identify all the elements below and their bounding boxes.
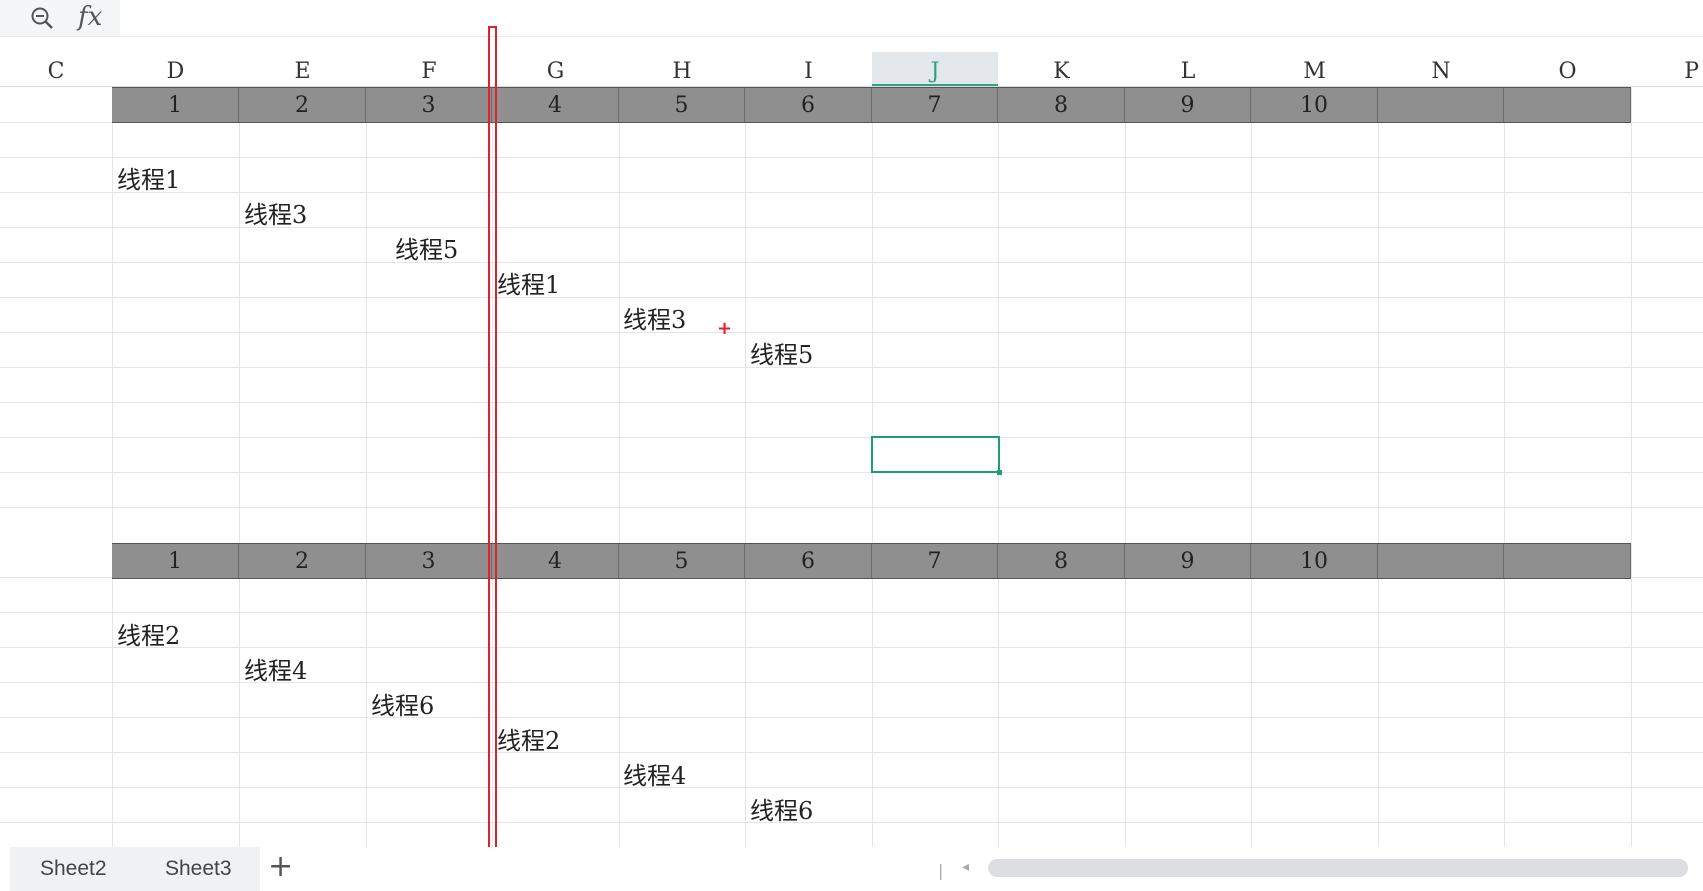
grid-line bbox=[0, 297, 1703, 298]
sheet-grid[interactable]: 1 2 3 4 5 6 7 8 9 10 线程1 线程3 线程5 线程1 线程3… bbox=[0, 87, 1703, 847]
column-header-k[interactable]: K bbox=[998, 52, 1125, 86]
number-cell[interactable]: 2 bbox=[239, 88, 366, 122]
grid-line bbox=[239, 87, 240, 847]
thread-cell[interactable]: 线程4 bbox=[244, 651, 307, 686]
cursor-crosshair-icon: + bbox=[717, 318, 733, 339]
grid-line bbox=[0, 787, 1703, 788]
column-header-l[interactable]: L bbox=[1125, 52, 1251, 86]
fill-handle[interactable] bbox=[997, 470, 1002, 475]
number-cell[interactable]: 6 bbox=[745, 88, 872, 122]
number-cell[interactable]: 3 bbox=[366, 88, 492, 122]
column-header-o[interactable]: O bbox=[1504, 52, 1631, 86]
column-header-bar: C D E F G H I J K L M N O P bbox=[0, 52, 1703, 87]
selected-cell-j[interactable] bbox=[871, 436, 1002, 475]
number-header-row-2: 1 2 3 4 5 6 7 8 9 10 bbox=[112, 543, 1631, 579]
thread-cell[interactable]: 线程3 bbox=[244, 195, 307, 230]
number-cell[interactable]: 4 bbox=[492, 88, 619, 122]
column-header-i[interactable]: I bbox=[745, 52, 872, 86]
grid-line bbox=[1378, 87, 1379, 847]
number-cell[interactable] bbox=[1378, 544, 1504, 578]
sheet-tab-sheet3[interactable]: Sheet3 bbox=[165, 855, 232, 883]
grid-line bbox=[0, 612, 1703, 613]
column-header-m[interactable]: M bbox=[1251, 52, 1378, 86]
number-header-row-1: 1 2 3 4 5 6 7 8 9 10 bbox=[112, 87, 1631, 123]
number-cell[interactable]: 9 bbox=[1125, 544, 1251, 578]
sheet-tab-sheet2[interactable]: Sheet2 bbox=[40, 855, 107, 883]
grid-line bbox=[0, 647, 1703, 648]
thread-cell[interactable]: 线程5 bbox=[395, 230, 458, 265]
thread-cell[interactable]: 线程3 bbox=[623, 300, 686, 335]
number-cell[interactable]: 7 bbox=[872, 544, 998, 578]
fx-label: fx bbox=[78, 2, 103, 32]
grid-line bbox=[0, 822, 1703, 823]
zoom-in-icon[interactable] bbox=[30, 6, 54, 30]
thread-cell[interactable]: 线程1 bbox=[497, 265, 560, 300]
number-cell[interactable]: 7 bbox=[872, 88, 998, 122]
grid-line bbox=[1631, 87, 1632, 847]
grid-line bbox=[0, 332, 1703, 333]
number-cell[interactable]: 5 bbox=[619, 88, 745, 122]
red-highlight-marker bbox=[488, 26, 497, 868]
number-cell[interactable]: 5 bbox=[619, 544, 745, 578]
column-header-d[interactable]: D bbox=[112, 52, 239, 86]
scroll-left-arrow-icon[interactable]: ◂ bbox=[962, 859, 969, 875]
number-cell[interactable]: 8 bbox=[998, 88, 1125, 122]
number-cell[interactable]: 4 bbox=[492, 544, 619, 578]
thread-cell[interactable]: 线程6 bbox=[750, 791, 813, 826]
grid-line bbox=[366, 87, 367, 847]
horizontal-scrollbar[interactable] bbox=[988, 859, 1688, 877]
number-cell[interactable] bbox=[1504, 88, 1631, 122]
column-header-n[interactable]: N bbox=[1378, 52, 1504, 86]
formula-bar-tools: fx bbox=[0, 0, 120, 36]
grid-line bbox=[745, 87, 746, 847]
number-cell[interactable]: 3 bbox=[366, 544, 492, 578]
grid-line bbox=[1125, 87, 1126, 847]
column-header-f[interactable]: F bbox=[366, 52, 492, 86]
grid-line bbox=[0, 507, 1703, 508]
grid-line bbox=[0, 717, 1703, 718]
column-header-j[interactable]: J bbox=[872, 52, 998, 86]
number-cell[interactable]: 6 bbox=[745, 544, 872, 578]
scroll-separator: | bbox=[938, 861, 944, 880]
grid-line bbox=[1504, 87, 1505, 847]
column-header-h[interactable]: H bbox=[619, 52, 745, 86]
thread-cell[interactable]: 线程5 bbox=[750, 335, 813, 370]
number-cell[interactable]: 10 bbox=[1251, 544, 1378, 578]
formula-bar: fx bbox=[0, 0, 1703, 37]
number-cell[interactable]: 1 bbox=[112, 88, 239, 122]
column-header-e[interactable]: E bbox=[239, 52, 366, 86]
grid-line bbox=[0, 367, 1703, 368]
number-cell[interactable]: 2 bbox=[239, 544, 366, 578]
grid-line bbox=[0, 472, 1703, 473]
grid-line bbox=[0, 437, 1703, 438]
sheet-tab-bar: Sheet2 Sheet3 + | ◂ bbox=[0, 847, 1703, 891]
grid-line bbox=[1251, 87, 1252, 847]
grid-line bbox=[0, 402, 1703, 403]
grid-line bbox=[0, 752, 1703, 753]
formula-input[interactable] bbox=[121, 0, 1703, 36]
thread-cell[interactable]: 线程4 bbox=[623, 756, 686, 791]
column-header-g[interactable]: G bbox=[492, 52, 619, 86]
add-sheet-button[interactable]: + bbox=[268, 849, 293, 884]
grid-line bbox=[0, 262, 1703, 263]
grid-line bbox=[112, 87, 113, 847]
thread-cell[interactable]: 线程2 bbox=[497, 721, 560, 756]
grid-line bbox=[619, 87, 620, 847]
thread-cell[interactable]: 线程6 bbox=[371, 686, 434, 721]
thread-cell[interactable]: 线程1 bbox=[117, 160, 180, 195]
column-header-p[interactable]: P bbox=[1631, 52, 1703, 86]
column-header-c[interactable]: C bbox=[0, 52, 112, 86]
number-cell[interactable]: 8 bbox=[998, 544, 1125, 578]
grid-line bbox=[0, 192, 1703, 193]
number-cell[interactable] bbox=[1504, 544, 1631, 578]
number-cell[interactable]: 10 bbox=[1251, 88, 1378, 122]
number-cell[interactable]: 1 bbox=[112, 544, 239, 578]
grid-line bbox=[0, 157, 1703, 158]
number-cell[interactable]: 9 bbox=[1125, 88, 1251, 122]
thread-cell[interactable]: 线程2 bbox=[117, 616, 180, 651]
number-cell[interactable] bbox=[1378, 88, 1504, 122]
